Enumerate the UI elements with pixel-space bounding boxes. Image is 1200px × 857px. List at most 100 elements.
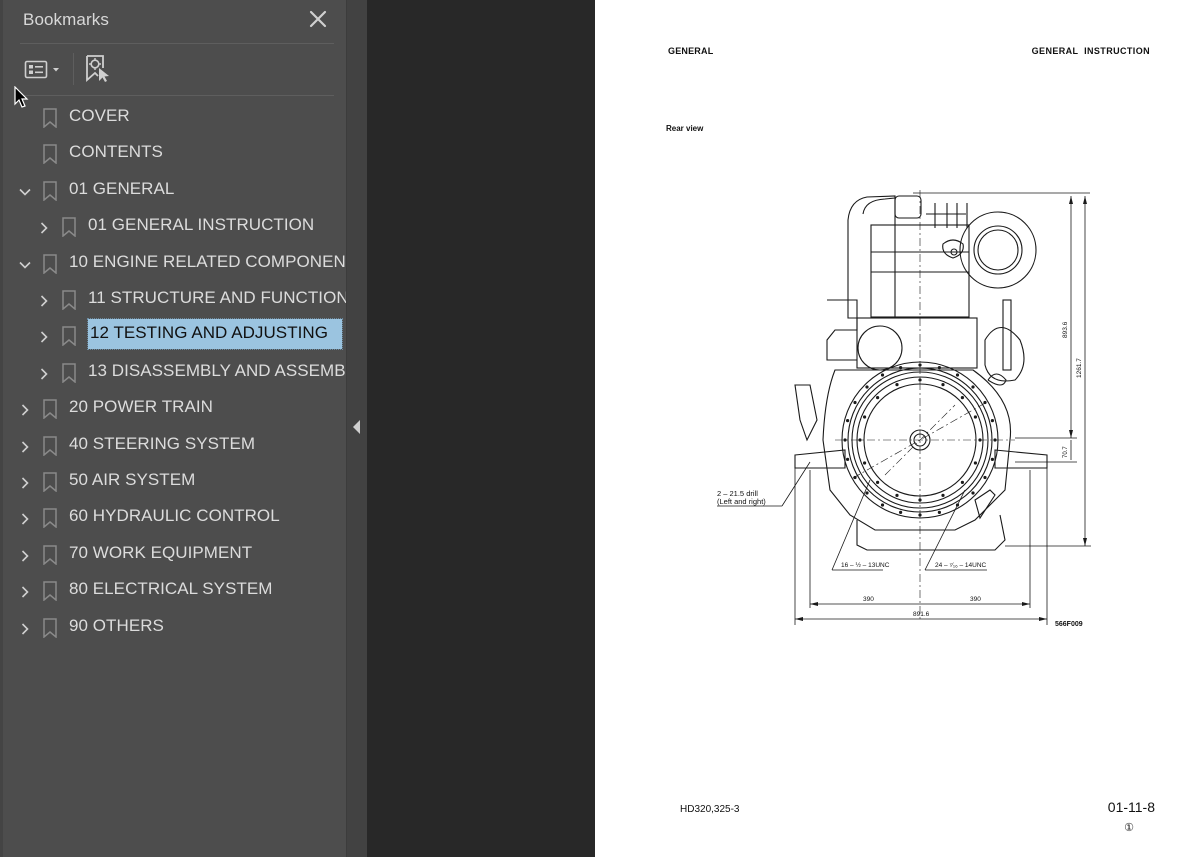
pdf-viewer: Bookmarks COVER CONTENTS 01 GENERAL 01 G… [0, 0, 1200, 857]
bolt-hole [955, 373, 960, 377]
engine-rear-view-drawing: 2 – 21.5 drill (Left and right) 16 – ½ –… [717, 190, 1091, 628]
bookmark-label: 01 GENERAL INSTRUCTION [88, 215, 315, 235]
bookmark-icon [43, 108, 57, 129]
bookmark-label: 20 POWER TRAIN [69, 397, 213, 417]
panel-title: Bookmarks [23, 10, 109, 29]
find-current-bookmark-icon[interactable] [84, 54, 112, 84]
bolt-hole [960, 396, 964, 400]
bookmark-item[interactable]: 12 TESTING AND ADJUSTING [3, 318, 349, 351]
footer-revision: ① [1124, 822, 1134, 834]
bookmark-icon [43, 545, 57, 566]
alternator [984, 326, 1025, 382]
bolt-hole [876, 480, 880, 484]
bolt-hole [899, 366, 903, 370]
turbocharger [959, 211, 1037, 289]
close-icon[interactable] [308, 9, 328, 29]
dim-left: 390 [863, 596, 874, 603]
chevron-right-icon[interactable] [19, 401, 31, 416]
bookmark-label: 11 STRUCTURE AND FUNCTION [88, 288, 349, 307]
bookmark-label: 90 OTHERS [69, 615, 164, 635]
bookmark-item[interactable]: 90 OTHERS [3, 611, 349, 641]
bookmark-item[interactable]: 10 ENGINE RELATED COMPONENT [3, 247, 356, 277]
bookmark-icon [43, 181, 57, 202]
bookmark-item[interactable]: 40 STEERING SYSTEM [3, 429, 349, 459]
bookmark-item[interactable]: 20 POWER TRAIN [3, 392, 349, 422]
chevron-right-icon[interactable] [38, 219, 50, 234]
bookmark-icon [43, 253, 57, 275]
chevron-right-icon[interactable] [19, 474, 31, 489]
bookmark-label: 12 TESTING AND ADJUSTING [87, 318, 343, 351]
bolt-hole [863, 415, 867, 419]
bolt-hole [880, 373, 885, 377]
left-mount-flange [794, 449, 846, 469]
bookmark-label: COVER [69, 106, 130, 125]
dim-total-height: 1261.7 [1076, 358, 1083, 378]
chevron-right-icon[interactable] [38, 292, 50, 307]
bolt-hole [895, 493, 899, 497]
bookmark-icon [43, 617, 57, 639]
bolt-hole [941, 383, 945, 387]
bolt-hole [971, 385, 975, 389]
bookmark-label: 10 ENGINE RELATED COMPONENT [69, 251, 357, 271]
bookmark-item[interactable]: 50 AIR SYSTEM [3, 465, 349, 495]
bookmark-item[interactable]: 01 GENERAL [3, 174, 349, 204]
bolt-hole [990, 419, 994, 423]
bookmark-icon [62, 290, 76, 311]
bookmark-item[interactable]: 60 HYDRAULIC CONTROL [3, 501, 349, 531]
dim-right: 390 [970, 596, 981, 603]
bookmarks-panel: Bookmarks COVER CONTENTS 01 GENERAL 01 G… [0, 0, 365, 857]
bolt-hole [899, 510, 903, 514]
bookmark-icon [62, 326, 76, 347]
chevron-right-icon[interactable] [38, 328, 50, 343]
right-mount-flange [994, 449, 1048, 469]
bookmark-item[interactable]: COVER [3, 101, 349, 131]
bookmark-options-button[interactable] [24, 58, 64, 82]
bolt-hole [865, 385, 869, 389]
bookmark-options-icon [24, 60, 48, 79]
bookmarks-toolbar [20, 45, 334, 96]
bookmark-label: 70 WORK EQUIPMENT [69, 542, 253, 562]
bolt-hole [865, 491, 869, 495]
chevron-right-icon[interactable] [38, 365, 50, 380]
filler-cap [894, 195, 922, 219]
bolt-hole [895, 383, 899, 387]
bookmark-icon [43, 435, 57, 457]
bolt-hole [960, 480, 964, 484]
chevron-down-icon [53, 68, 59, 72]
bolt-hole [937, 510, 941, 514]
bookmark-item[interactable]: CONTENTS [3, 137, 349, 167]
engine-block [856, 317, 978, 369]
hose [974, 489, 996, 520]
bookmark-item[interactable]: 11 STRUCTURE AND FUNCTION [3, 283, 349, 313]
chevron-right-icon[interactable] [19, 510, 31, 525]
bolt-hole [973, 461, 977, 465]
footer-page-number: 01-11-8 [1107, 799, 1155, 815]
chevron-right-icon[interactable] [19, 547, 31, 562]
bookmark-label: 60 HYDRAULIC CONTROL [69, 506, 280, 526]
bookmark-item[interactable]: 80 ELECTRICAL SYSTEM [3, 574, 349, 604]
drill-note: (Left and right) [717, 497, 766, 506]
bookmarks-header: Bookmarks [20, 0, 334, 44]
bookmark-item[interactable]: 70 WORK EQUIPMENT [3, 538, 349, 568]
chevron-right-icon[interactable] [19, 620, 31, 635]
bookmark-label: 01 GENERAL [69, 178, 175, 198]
bolt-hole [973, 415, 977, 419]
bookmark-label: 13 DISASSEMBLY AND ASSEMBLY [88, 360, 366, 380]
oil-pan [856, 514, 1006, 551]
bookmark-item[interactable]: 01 GENERAL INSTRUCTION [3, 210, 349, 240]
bolt-hole [937, 366, 941, 370]
bolt-hole [846, 419, 850, 423]
bookmark-label: CONTENTS [69, 142, 163, 162]
chevron-down-icon[interactable] [19, 256, 31, 269]
bookmark-icon [43, 144, 57, 165]
chevron-right-icon[interactable] [19, 583, 31, 598]
bookmark-icon [43, 399, 57, 420]
oil-filter [857, 325, 903, 371]
intake-pipe [862, 197, 896, 215]
bookmark-item[interactable]: 13 DISASSEMBLY AND ASSEMBLY [3, 356, 365, 386]
chevron-down-icon[interactable] [19, 183, 31, 196]
pdf-page: GENERAL GENERAL INSTRUCTION Rear view 2 … [595, 0, 1200, 857]
dipstick [794, 384, 818, 442]
chevron-right-icon[interactable] [19, 438, 31, 453]
collapse-panel-button[interactable] [352, 419, 362, 435]
